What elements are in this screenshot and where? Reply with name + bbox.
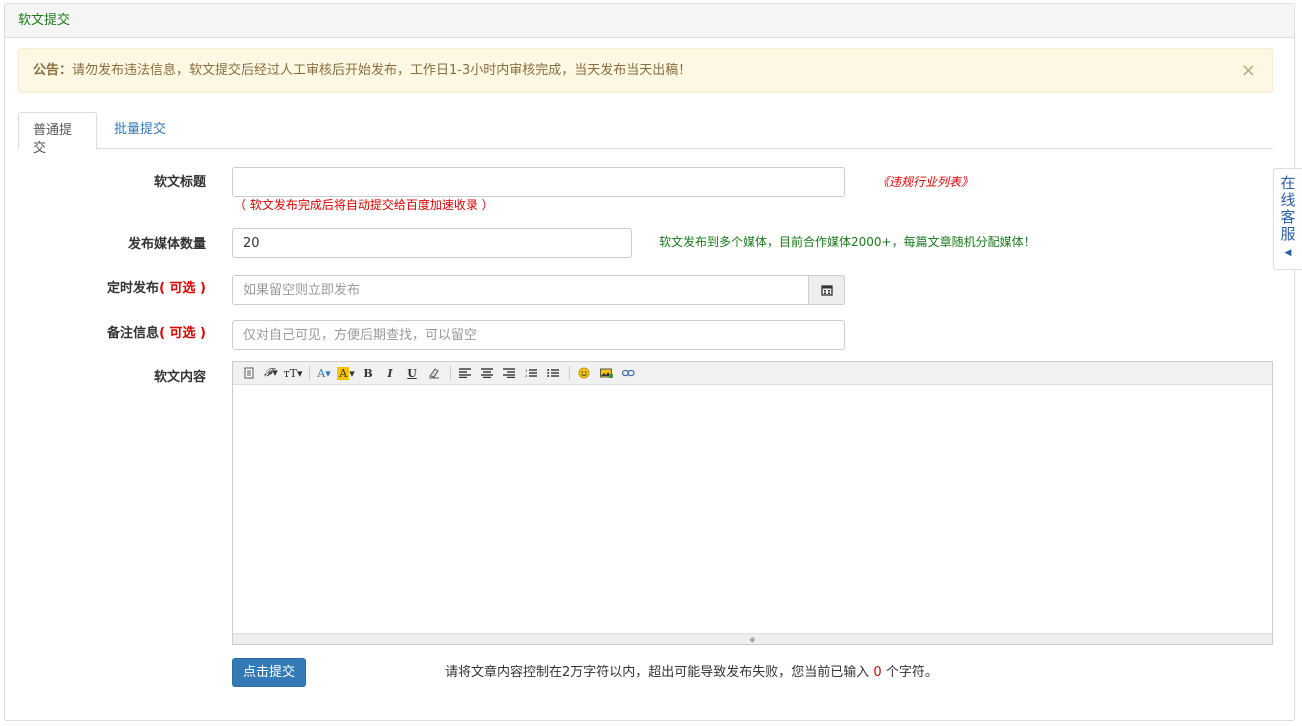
highlight-icon[interactable]: A ▾ — [336, 364, 356, 382]
title-input[interactable] — [232, 167, 845, 197]
violation-list-link[interactable]: 《违规行业列表》 — [877, 174, 973, 190]
schedule-label-text: 定时发布 — [107, 281, 160, 296]
bold-icon[interactable]: B — [358, 364, 378, 382]
remark-optional: ( 可选 ) — [159, 326, 206, 341]
tab-normal-submit[interactable]: 普通提交 — [18, 112, 97, 156]
editor-toolbar: 𝓕▾ тT▾ A▾ A ▾ B I U 12 — [233, 362, 1272, 385]
remark-label-text: 备注信息 — [107, 326, 160, 341]
underline-icon[interactable]: U — [402, 364, 422, 382]
close-icon[interactable]: × — [1241, 60, 1256, 82]
notice-text: 请勿发布违法信息，软文提交后经过人工审核后开始发布，工作日1-3小时内审核完成，… — [72, 63, 692, 78]
unordered-list-icon[interactable] — [543, 364, 563, 382]
service-char: 服 — [1280, 225, 1296, 243]
font-color-icon[interactable]: A▾ — [314, 364, 334, 382]
font-size-icon[interactable]: тT▾ — [283, 364, 303, 382]
rich-text-editor: 𝓕▾ тT▾ A▾ A ▾ B I U 12 ◆ — [232, 361, 1273, 645]
notice-label: 公告： — [33, 63, 73, 78]
title-label: 软文标题 — [153, 175, 206, 190]
service-char: 线 — [1280, 191, 1296, 209]
editor-resize-handle[interactable]: ◆ — [233, 633, 1272, 644]
character-count: 0 — [873, 665, 882, 680]
image-icon[interactable] — [596, 364, 616, 382]
svg-text:2: 2 — [525, 373, 528, 378]
schedule-input[interactable] — [232, 275, 809, 305]
submit-button[interactable]: 点击提交 — [232, 658, 306, 687]
remark-input[interactable] — [232, 320, 845, 350]
title-hint: （ 软文发布完成后将自动提交给百度加速收录 ） — [234, 198, 494, 212]
schedule-optional: ( 可选 ) — [159, 281, 206, 296]
count-note-after: 个字符。 — [885, 665, 938, 680]
remark-label: 备注信息( 可选 ) — [6, 324, 206, 344]
online-service-tab[interactable]: 在 线 客 服 ◀ — [1273, 168, 1302, 270]
font-family-icon[interactable]: 𝓕▾ — [261, 364, 281, 382]
notice-alert: 公告：请勿发布违法信息，软文提交后经过人工审核后开始发布，工作日1-3小时内审核… — [18, 48, 1273, 93]
calendar-icon — [820, 285, 833, 296]
content-label: 软文内容 — [153, 370, 206, 385]
panel-title: 软文提交 — [5, 4, 1294, 38]
ordered-list-icon[interactable]: 12 — [521, 364, 541, 382]
source-icon[interactable] — [239, 364, 259, 382]
count-note-before: 请将文章内容控制在2万字符以内，超出可能导致发布失败，您当前已输入 — [445, 665, 870, 680]
italic-icon[interactable]: I — [380, 364, 400, 382]
clear-format-icon[interactable] — [424, 364, 444, 382]
toolbar-divider — [309, 366, 310, 380]
align-right-icon[interactable] — [499, 364, 519, 382]
service-char: 客 — [1280, 208, 1296, 226]
toolbar-divider — [450, 366, 451, 380]
link-icon[interactable] — [618, 364, 638, 382]
service-char: 在 — [1280, 174, 1296, 192]
caret-left-icon: ◀ — [1284, 248, 1292, 258]
align-left-icon[interactable] — [455, 364, 475, 382]
schedule-label: 定时发布( 可选 ) — [6, 279, 206, 299]
calendar-button[interactable] — [808, 275, 845, 305]
editor-content-area[interactable] — [233, 385, 1272, 633]
media-count-hint: 软文发布到多个媒体，目前合作媒体2000+，每篇文章随机分配媒体！ — [659, 235, 1036, 249]
media-count-input[interactable] — [232, 228, 632, 258]
submit-tabs: 普通提交 批量提交 — [18, 112, 1273, 156]
media-count-label: 发布媒体数量 — [127, 237, 206, 252]
align-center-icon[interactable] — [477, 364, 497, 382]
character-count-note: 请将文章内容控制在2万字符以内，超出可能导致发布失败，您当前已输入 0 个字符。 — [445, 664, 938, 682]
toolbar-divider — [569, 366, 570, 380]
emoji-icon[interactable] — [574, 364, 594, 382]
tab-batch-submit[interactable]: 批量提交 — [100, 112, 180, 149]
